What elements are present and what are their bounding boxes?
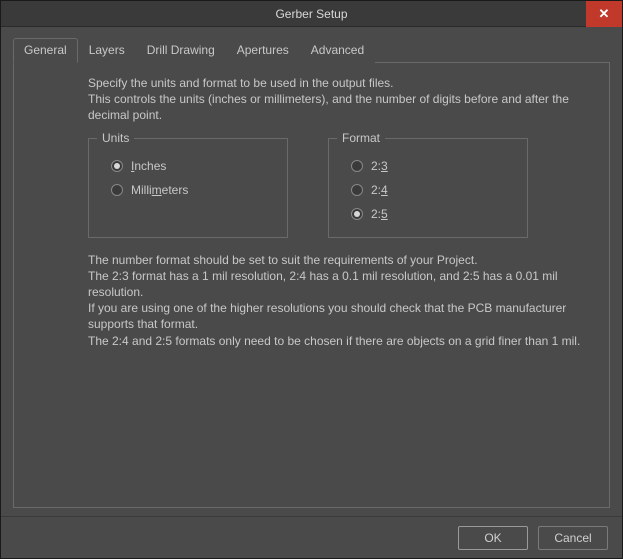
dialog-footer: OK Cancel	[1, 516, 622, 558]
radio-millimeters[interactable]: Millimeters	[111, 183, 271, 197]
ok-button[interactable]: OK	[458, 526, 528, 550]
radio-icon	[111, 184, 123, 196]
desc-line: This controls the units (inches or milli…	[88, 91, 575, 123]
radio-format-24[interactable]: 2:4	[351, 183, 511, 197]
radio-label-24: 2:4	[371, 183, 388, 197]
radio-icon	[351, 160, 363, 172]
close-button[interactable]: ✕	[586, 1, 622, 27]
options-row: Units Inches Millimeters Format 2:3	[88, 138, 595, 238]
radio-label-23: 2:3	[371, 159, 388, 173]
format-group-title: Format	[337, 131, 385, 145]
description-text: Specify the units and format to be used …	[88, 75, 575, 124]
note-line: The 2:3 format has a 1 mil resolution, 2…	[88, 268, 585, 300]
titlebar: Gerber Setup ✕	[1, 1, 622, 27]
note-line: If you are using one of the higher resol…	[88, 300, 585, 332]
radio-format-23[interactable]: 2:3	[351, 159, 511, 173]
radio-label-25: 2:5	[371, 207, 388, 221]
dialog-content: General Layers Drill Drawing Apertures A…	[1, 27, 622, 516]
close-icon: ✕	[599, 6, 610, 22]
tab-advanced[interactable]: Advanced	[300, 38, 375, 63]
units-group: Units Inches Millimeters	[88, 138, 288, 238]
tab-layers[interactable]: Layers	[78, 38, 136, 63]
units-group-title: Units	[97, 131, 134, 145]
notes-text: The number format should be set to suit …	[88, 252, 585, 349]
tab-strip: General Layers Drill Drawing Apertures A…	[13, 37, 610, 63]
note-line: The 2:4 and 2:5 formats only need to be …	[88, 333, 585, 349]
tab-apertures[interactable]: Apertures	[226, 38, 300, 63]
radio-icon	[111, 160, 123, 172]
gerber-setup-dialog: Gerber Setup ✕ General Layers Drill Draw…	[0, 0, 623, 559]
cancel-button[interactable]: Cancel	[538, 526, 608, 550]
tab-general[interactable]: General	[13, 38, 78, 63]
radio-label-millimeters: Millimeters	[131, 183, 188, 197]
note-line: The number format should be set to suit …	[88, 252, 585, 268]
tab-drill-drawing[interactable]: Drill Drawing	[136, 38, 226, 63]
radio-inches[interactable]: Inches	[111, 159, 271, 173]
radio-label-inches: Inches	[131, 159, 166, 173]
tab-panel-general: Specify the units and format to be used …	[13, 63, 610, 508]
format-group: Format 2:3 2:4 2:5	[328, 138, 528, 238]
radio-icon	[351, 208, 363, 220]
radio-icon	[351, 184, 363, 196]
desc-line: Specify the units and format to be used …	[88, 75, 575, 91]
dialog-title: Gerber Setup	[275, 7, 347, 21]
radio-format-25[interactable]: 2:5	[351, 207, 511, 221]
